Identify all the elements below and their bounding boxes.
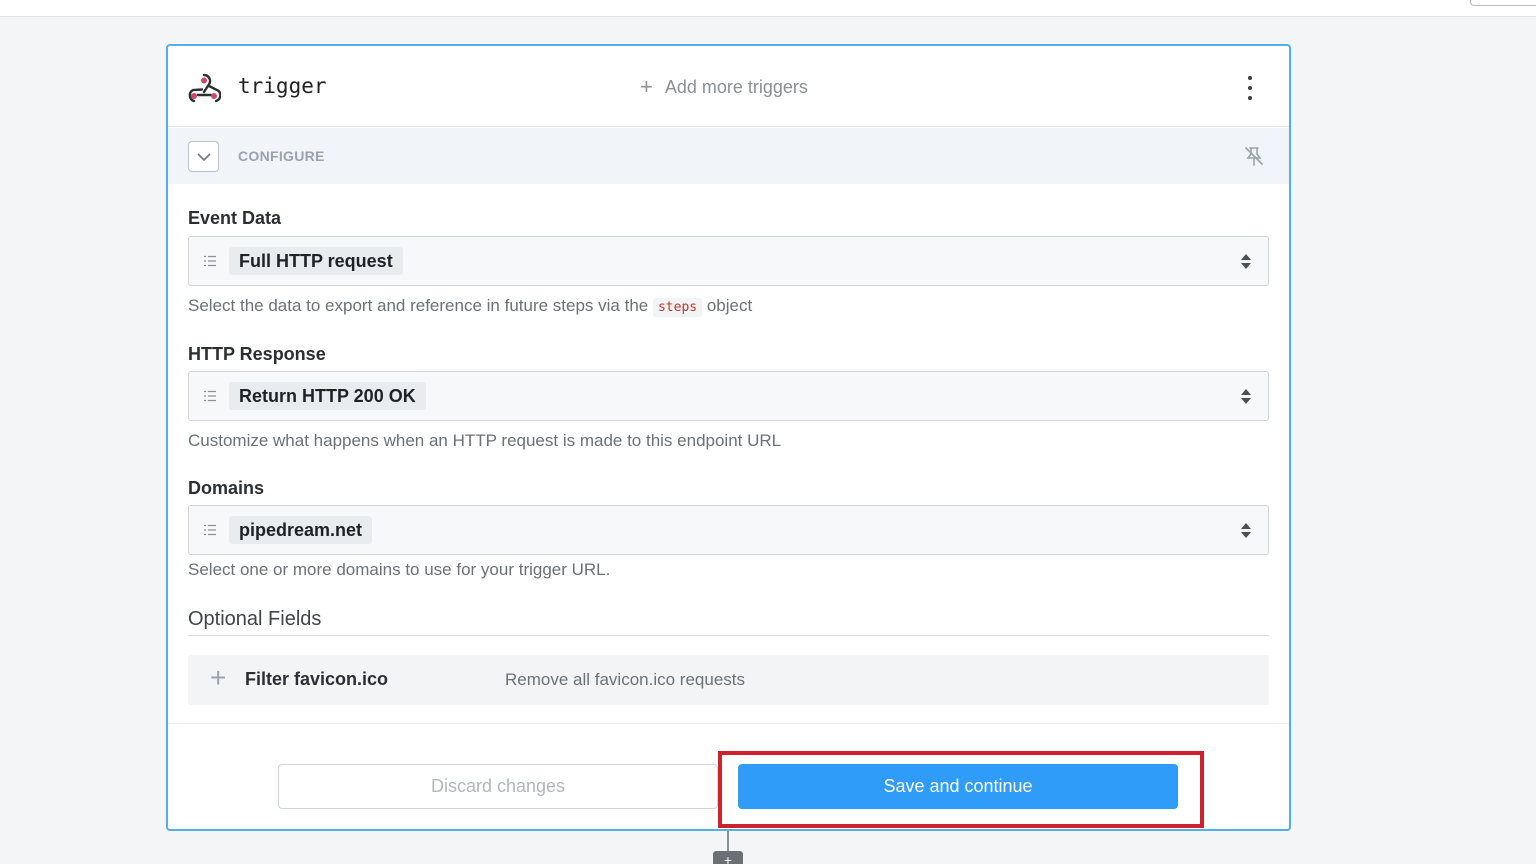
- step-connector-line: [727, 831, 729, 853]
- event-data-help-text: Select the data to export and reference …: [188, 296, 649, 315]
- trigger-header: trigger + Add more triggers: [168, 46, 1289, 127]
- plus-icon: +: [210, 662, 227, 693]
- http-response-select[interactable]: Return HTTP 200 OK: [188, 371, 1269, 421]
- sort-arrows-icon: [1241, 523, 1251, 538]
- event-data-label: Event Data: [188, 208, 282, 228]
- http-response-value: Return HTTP 200 OK: [229, 382, 426, 410]
- list-icon: [204, 390, 216, 402]
- list-icon: [204, 255, 216, 267]
- top-bar: [0, 0, 1536, 17]
- add-triggers-label: Add more triggers: [664, 76, 808, 97]
- webhook-icon: [188, 73, 221, 103]
- kebab-menu-icon[interactable]: [1245, 76, 1255, 100]
- event-data-help-suffix: object: [706, 296, 753, 315]
- sort-arrows-icon: [1241, 389, 1251, 404]
- configure-label: CONFIGURE: [238, 148, 325, 164]
- optional-field-name: Filter favicon.ico: [245, 669, 389, 689]
- event-data-help: Select the data to export and reference …: [188, 296, 753, 317]
- chevron-down-icon: [196, 152, 211, 161]
- list-icon: [204, 524, 216, 536]
- save-and-continue-button[interactable]: Save and continue: [738, 764, 1178, 809]
- plus-icon: +: [640, 74, 653, 99]
- discard-changes-button[interactable]: Discard changes: [278, 764, 718, 809]
- optional-fields-divider: [188, 635, 1269, 636]
- domains-value: pipedream.net: [229, 516, 373, 544]
- domains-select[interactable]: pipedream.net: [188, 505, 1269, 555]
- http-response-label: HTTP Response: [188, 344, 326, 364]
- add-triggers-button[interactable]: + Add more triggers: [640, 76, 808, 98]
- configure-section-header: CONFIGURE: [168, 128, 1289, 184]
- optional-field-filter-favicon[interactable]: + Filter favicon.ico Remove all favicon.…: [188, 655, 1269, 705]
- collapse-button[interactable]: [188, 141, 219, 172]
- steps-code: steps: [652, 298, 703, 317]
- topbar-button-edge[interactable]: [1470, 0, 1536, 6]
- domains-help: Select one or more domains to use for yo…: [188, 560, 611, 579]
- optional-field-description: Remove all favicon.ico requests: [505, 670, 746, 689]
- optional-fields-title: Optional Fields: [188, 608, 322, 630]
- http-response-help: Customize what happens when an HTTP requ…: [188, 431, 782, 450]
- trigger-title[interactable]: trigger: [238, 74, 327, 98]
- footer-divider: [168, 723, 1289, 724]
- trigger-card: trigger + Add more triggers CONFIGURE Ev…: [166, 44, 1291, 831]
- unpin-icon[interactable]: [1243, 145, 1265, 167]
- domains-label: Domains: [188, 478, 265, 498]
- sort-arrows-icon: [1241, 254, 1251, 269]
- event-data-select[interactable]: Full HTTP request: [188, 236, 1269, 286]
- add-step-button[interactable]: +: [713, 851, 743, 864]
- event-data-value: Full HTTP request: [229, 247, 403, 275]
